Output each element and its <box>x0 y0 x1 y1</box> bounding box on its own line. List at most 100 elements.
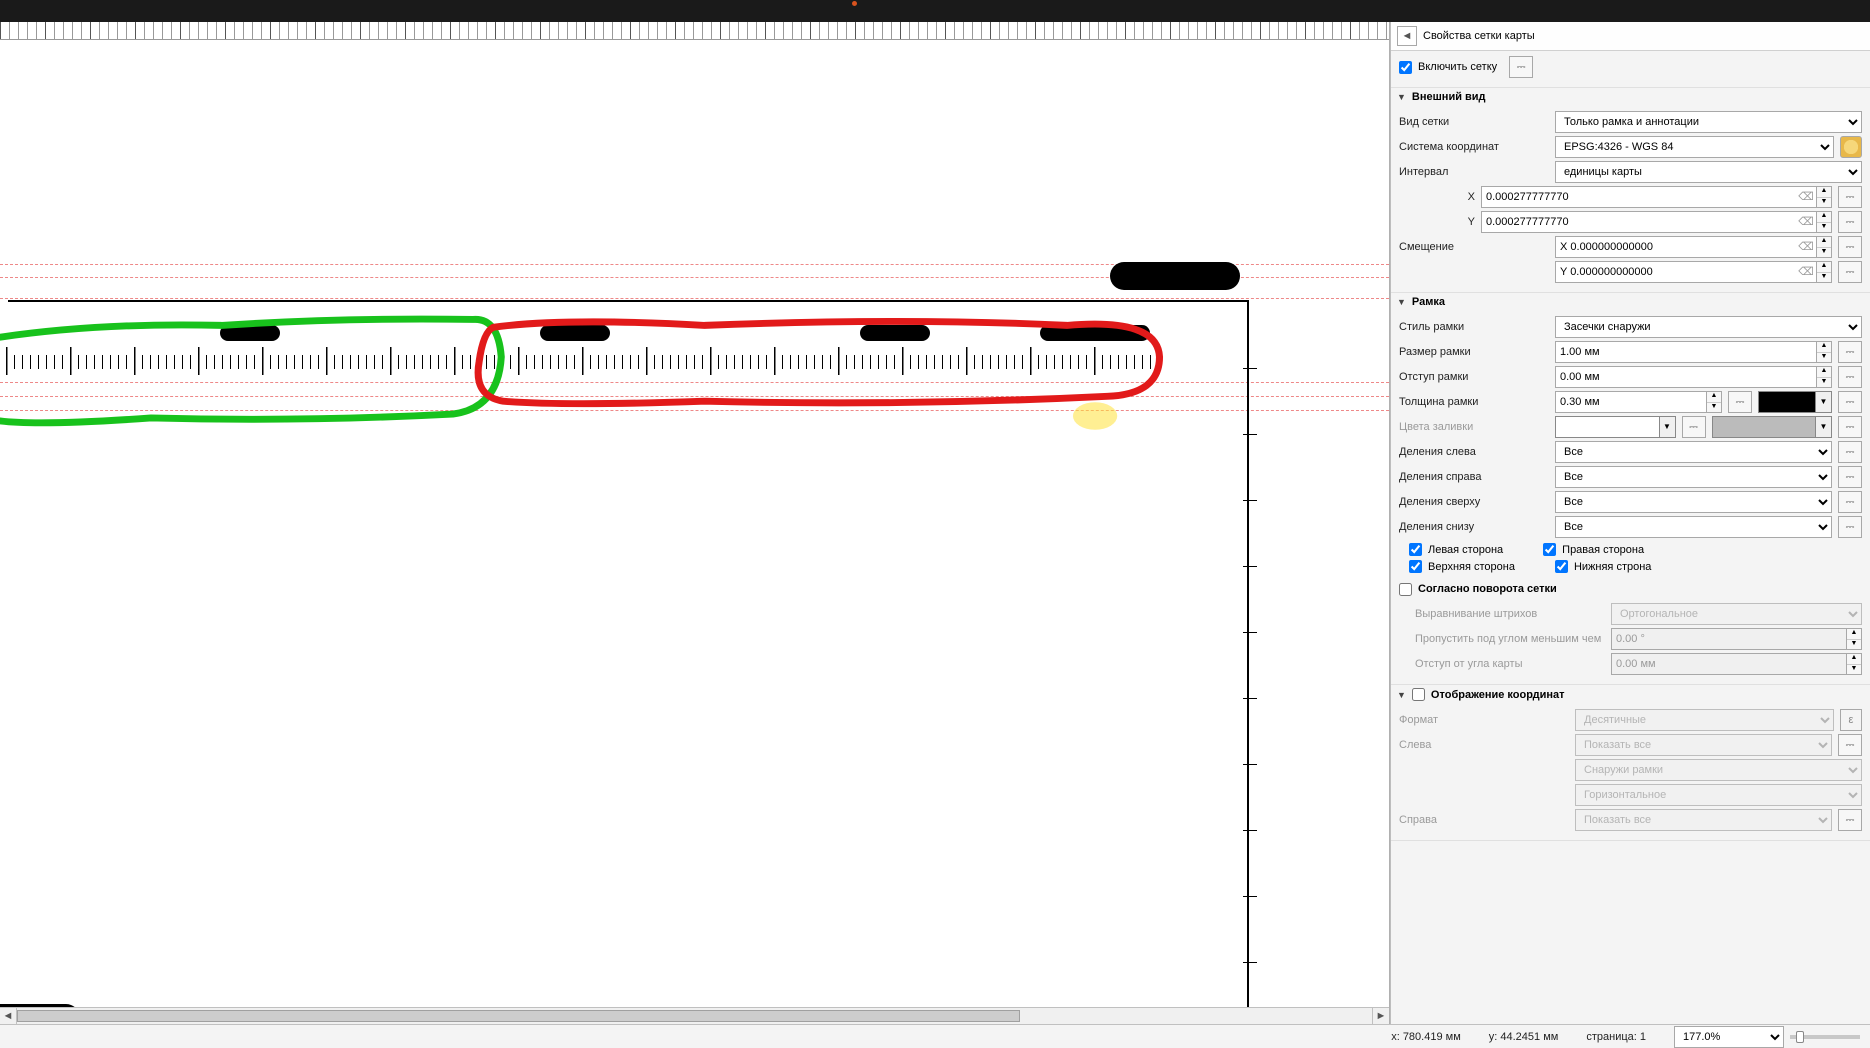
corner-margin-spinner: ▲▼ <box>1846 653 1862 675</box>
interval-y-spinner[interactable]: ▲▼ <box>1816 211 1832 233</box>
side-right-label: Правая сторона <box>1562 544 1644 556</box>
div-left-select[interactable]: Все <box>1555 441 1832 463</box>
data-defined-override-button[interactable]: ⎓ <box>1838 186 1862 208</box>
coords-left-orient-select: Горизонтальное <box>1575 784 1862 806</box>
frame-thickness-label: Толщина рамки <box>1399 396 1549 408</box>
frame-style-select[interactable]: Засечки снаружи <box>1555 316 1862 338</box>
zoom-slider-knob[interactable] <box>1796 1031 1804 1043</box>
side-top-checkbox[interactable] <box>1409 560 1422 573</box>
chevron-down-icon: ▼ <box>1397 297 1406 307</box>
coords-left-label: Слева <box>1399 739 1569 751</box>
data-defined-override-button[interactable]: ⎓ <box>1838 516 1862 538</box>
scroll-right-button[interactable]: ► <box>1372 1008 1389 1024</box>
side-top-label: Верхняя сторона <box>1428 561 1515 573</box>
crs-select[interactable]: EPSG:4326 - WGS 84 <box>1555 136 1834 158</box>
div-right-select[interactable]: Все <box>1555 466 1832 488</box>
coords-enable-checkbox[interactable] <box>1412 688 1425 701</box>
frame-thickness-input[interactable] <box>1555 391 1706 413</box>
frame-thickness-spinner[interactable]: ▲▼ <box>1706 391 1722 413</box>
guide-line <box>0 298 1389 299</box>
coords-format-select: Десятичные <box>1575 709 1834 731</box>
section-frame-toggle[interactable]: ▼ Рамка <box>1391 293 1870 311</box>
data-defined-override-button[interactable]: ⎓ <box>1838 366 1862 388</box>
frame-thickness-color[interactable]: ▼ <box>1758 391 1832 413</box>
side-left-label: Левая сторона <box>1428 544 1503 556</box>
side-bottom-checkbox[interactable] <box>1555 560 1568 573</box>
interval-y-label: Y <box>1459 216 1475 228</box>
back-button[interactable]: ◄ <box>1397 26 1417 46</box>
status-y-value: 44.2451 мм <box>1500 1031 1558 1043</box>
interval-y-input[interactable] <box>1481 211 1820 233</box>
clear-icon[interactable]: ⌫ <box>1796 261 1816 281</box>
data-defined-override-button[interactable]: ⎓ <box>1509 56 1533 78</box>
zoom-select[interactable]: 177.0% <box>1674 1026 1784 1048</box>
tick-align-label: Выравнивание штрихов <box>1415 608 1605 620</box>
crs-picker-button[interactable] <box>1840 136 1862 158</box>
interval-x-input[interactable] <box>1481 186 1820 208</box>
expression-button[interactable]: ε <box>1840 709 1862 731</box>
tick-align-select: Ортогональное <box>1611 603 1862 625</box>
side-right-checkbox[interactable] <box>1543 543 1556 556</box>
map-frame[interactable] <box>8 300 1249 1007</box>
rotation-label: Согласно поворота сетки <box>1418 583 1557 595</box>
clear-icon[interactable]: ⌫ <box>1796 211 1816 231</box>
data-defined-override-button[interactable]: ⎓ <box>1838 491 1862 513</box>
offset-y-input[interactable] <box>1555 261 1820 283</box>
horizontal-ruler <box>0 22 1389 40</box>
interval-x-label: X <box>1459 191 1475 203</box>
canvas-h-scrollbar[interactable]: ◄ ► <box>0 1007 1389 1024</box>
clear-icon[interactable]: ⌫ <box>1796 236 1816 256</box>
scroll-thumb[interactable] <box>17 1010 1020 1022</box>
corner-margin-input <box>1611 653 1846 675</box>
data-defined-override-button[interactable]: ⎓ <box>1838 236 1862 258</box>
section-appearance-title: Внешний вид <box>1412 91 1486 103</box>
offset-x-spinner[interactable]: ▲▼ <box>1816 236 1832 258</box>
section-appearance-toggle[interactable]: ▼ Внешний вид <box>1391 88 1870 106</box>
data-defined-override-button[interactable]: ⎓ <box>1838 416 1862 438</box>
status-y-label: y: <box>1489 1031 1498 1043</box>
section-coords-toggle[interactable]: ▼ Отображение координат <box>1391 685 1870 704</box>
scroll-left-button[interactable]: ◄ <box>0 1008 17 1024</box>
coords-format-label: Формат <box>1399 714 1569 726</box>
grid-type-select[interactable]: Только рамка и аннотации <box>1555 111 1862 133</box>
offset-y-spinner[interactable]: ▲▼ <box>1816 261 1832 283</box>
enable-grid-checkbox[interactable] <box>1399 61 1412 74</box>
redaction <box>220 325 280 341</box>
data-defined-override-button[interactable]: ⎓ <box>1838 341 1862 363</box>
clear-icon[interactable]: ⌫ <box>1796 186 1816 206</box>
frame-size-input[interactable] <box>1555 341 1816 363</box>
status-x-value: 780.419 мм <box>1403 1031 1461 1043</box>
data-defined-override-button[interactable]: ⎓ <box>1838 211 1862 233</box>
layout-canvas[interactable]: ◄ ► <box>0 22 1390 1024</box>
data-defined-override-button[interactable]: ⎓ <box>1682 416 1706 438</box>
frame-size-spinner[interactable]: ▲▼ <box>1816 341 1832 363</box>
frame-size-label: Размер рамки <box>1399 346 1549 358</box>
data-defined-override-button[interactable]: ⎓ <box>1838 466 1862 488</box>
enable-grid-label: Включить сетку <box>1418 61 1497 73</box>
div-top-select[interactable]: Все <box>1555 491 1832 513</box>
redaction <box>1040 325 1150 341</box>
redaction <box>860 325 930 341</box>
interval-x-spinner[interactable]: ▲▼ <box>1816 186 1832 208</box>
data-defined-override-button[interactable]: ⎓ <box>1838 734 1862 756</box>
zoom-slider[interactable] <box>1790 1035 1860 1039</box>
frame-fill-color-1[interactable]: ▼ <box>1555 416 1676 438</box>
frame-margin-spinner[interactable]: ▲▼ <box>1816 366 1832 388</box>
interval-units-select[interactable]: единицы карты <box>1555 161 1862 183</box>
offset-x-input[interactable] <box>1555 236 1820 258</box>
frame-fill-color-2[interactable]: ▼ <box>1712 416 1833 438</box>
data-defined-override-button[interactable]: ⎓ <box>1838 441 1862 463</box>
div-bottom-select[interactable]: Все <box>1555 516 1832 538</box>
side-bottom-label: Нижняя строна <box>1574 561 1651 573</box>
corner-margin-label: Отступ от угла карты <box>1415 658 1605 670</box>
div-top-label: Деления сверху <box>1399 496 1549 508</box>
rotation-checkbox[interactable] <box>1399 583 1412 596</box>
side-left-checkbox[interactable] <box>1409 543 1422 556</box>
grid-ticks-top <box>6 347 1156 375</box>
interval-label: Интервал <box>1399 166 1549 178</box>
data-defined-override-button[interactable]: ⎓ <box>1838 809 1862 831</box>
data-defined-override-button[interactable]: ⎓ <box>1838 261 1862 283</box>
frame-margin-input[interactable] <box>1555 366 1816 388</box>
data-defined-override-button[interactable]: ⎓ <box>1838 391 1862 413</box>
data-defined-override-button[interactable]: ⎓ <box>1728 391 1752 413</box>
